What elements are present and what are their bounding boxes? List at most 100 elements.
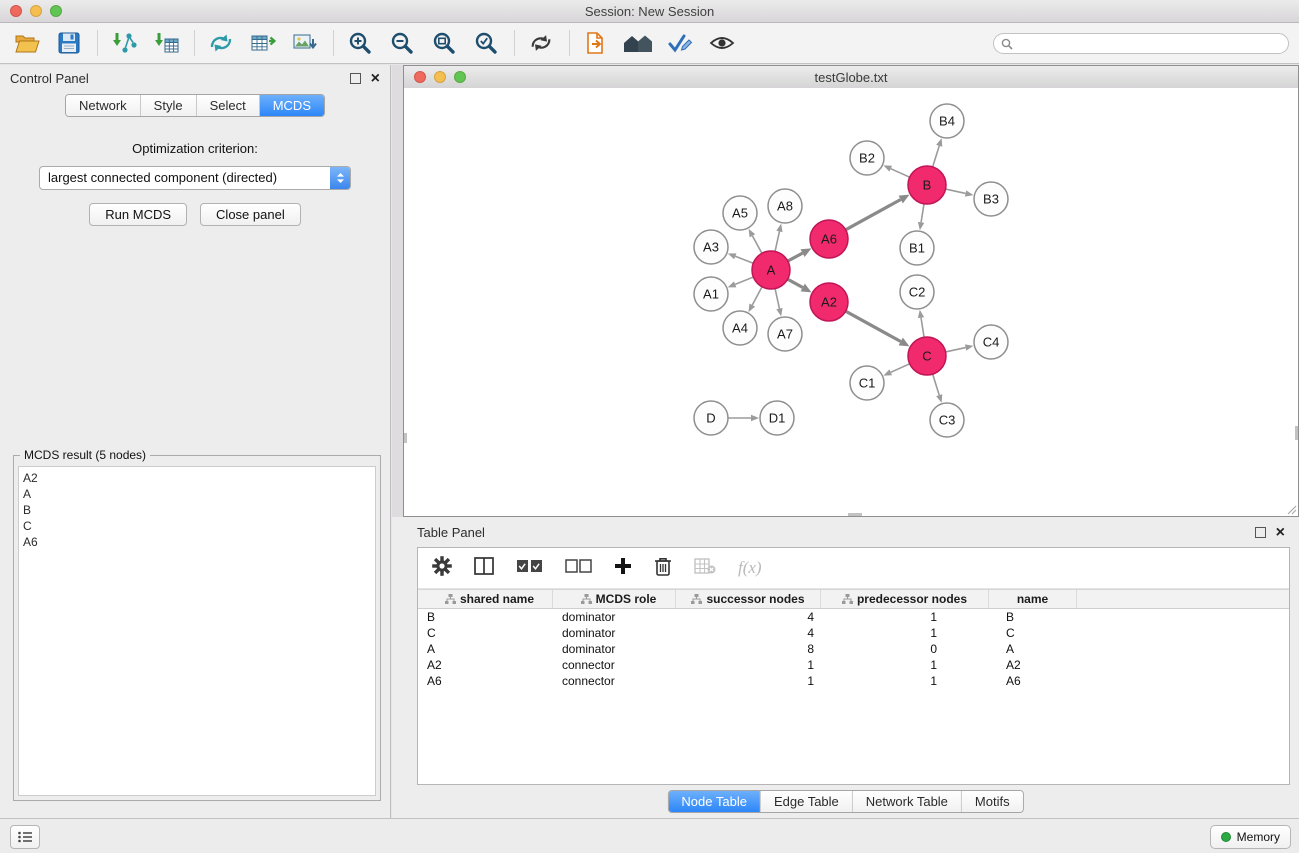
table-row[interactable]: A2 connector 1 1 A2	[418, 657, 1289, 673]
column-header-label: shared name	[460, 592, 534, 606]
close-window-button[interactable]	[10, 5, 22, 17]
graph-edge-B-B1[interactable]	[921, 204, 924, 223]
export-table-button[interactable]	[246, 27, 280, 59]
graph-edge-A-A6[interactable]	[788, 253, 803, 261]
graph-edge-B-B4[interactable]	[933, 146, 940, 167]
list-item[interactable]: C	[23, 518, 375, 534]
list-item[interactable]: A6	[23, 534, 375, 550]
tab-mcds[interactable]: MCDS	[259, 95, 324, 116]
list-item[interactable]: A	[23, 486, 375, 502]
graph-edge-arrow-icon	[748, 304, 755, 313]
search-input[interactable]	[1017, 34, 1288, 53]
import-network-button[interactable]	[107, 27, 141, 59]
tab-style[interactable]: Style	[140, 95, 196, 116]
float-panel-icon[interactable]	[1255, 527, 1266, 538]
show-hide-button[interactable]	[705, 27, 739, 59]
graph-edge-C-C4[interactable]	[946, 348, 966, 352]
close-network-button[interactable]	[414, 71, 426, 83]
home-button[interactable]	[621, 27, 655, 59]
table-settings-button[interactable]	[432, 556, 452, 581]
column-header-name[interactable]: name	[989, 590, 1077, 608]
graph-edge-B-B2[interactable]	[891, 169, 910, 178]
zoom-fit-button[interactable]	[427, 27, 461, 59]
save-session-button[interactable]	[52, 27, 86, 59]
export-image-button[interactable]	[288, 27, 322, 59]
network-window-titlebar[interactable]: testGlobe.txt	[404, 66, 1298, 89]
import-table-button[interactable]	[149, 27, 183, 59]
zoom-window-button[interactable]	[50, 5, 62, 17]
graph-edge-A2-C[interactable]	[846, 311, 901, 341]
column-header-label: MCDS role	[596, 592, 657, 606]
table-row[interactable]: A dominator 8 0 A	[418, 641, 1289, 657]
minimize-window-button[interactable]	[30, 5, 42, 17]
list-item[interactable]: A2	[23, 470, 375, 486]
select-all-button[interactable]	[516, 559, 543, 578]
open-session-button[interactable]	[10, 27, 44, 59]
table-cell: 1	[821, 610, 989, 624]
tab-node-table[interactable]: Node Table	[668, 791, 760, 812]
scrollbar-thumb[interactable]	[848, 513, 862, 516]
graph-edge-A-A8[interactable]	[775, 231, 779, 251]
task-history-button[interactable]	[10, 825, 40, 849]
tab-network[interactable]: Network	[66, 95, 140, 116]
network-canvas[interactable]: B4B2BB3A5A8A6B1A3AC2A1A2A4A7C4CC1C3DD1	[404, 88, 1298, 516]
resize-handle-icon[interactable]	[1287, 505, 1297, 515]
mcds-result-list[interactable]: A2 A B C A6	[18, 466, 376, 796]
graph-edge-A-A7[interactable]	[775, 289, 779, 309]
table-row[interactable]: B dominator 4 1 B	[418, 609, 1289, 625]
add-column-button[interactable]	[614, 557, 632, 580]
float-panel-icon[interactable]	[350, 73, 361, 84]
graph-edge-C-C1[interactable]	[891, 364, 910, 373]
minimize-network-button[interactable]	[434, 71, 446, 83]
zoom-in-button[interactable]	[343, 27, 377, 59]
graph-edge-A-A5[interactable]	[752, 236, 762, 253]
graph-edge-B-B3[interactable]	[946, 189, 966, 193]
scrollbar-thumb[interactable]	[1295, 426, 1298, 440]
show-columns-button[interactable]	[474, 557, 494, 580]
graph-edge-arrow-icon	[918, 310, 924, 318]
zoom-selected-button[interactable]	[469, 27, 503, 59]
export-document-button[interactable]	[579, 27, 613, 59]
graph-edge-A-A4[interactable]	[752, 287, 762, 305]
graph-edge-A-A2[interactable]	[788, 279, 803, 287]
zoom-out-button[interactable]	[385, 27, 419, 59]
column-header-mcds-role[interactable]: MCDS role	[553, 590, 676, 608]
delete-column-button[interactable]	[654, 556, 672, 581]
tab-motifs[interactable]: Motifs	[961, 791, 1023, 812]
deselect-all-button[interactable]	[565, 559, 592, 578]
search-icon	[1001, 38, 1013, 50]
delete-table-button[interactable]	[694, 558, 716, 579]
export-network-button[interactable]	[204, 27, 238, 59]
list-item[interactable]: B	[23, 502, 375, 518]
table-cell: connector	[553, 658, 676, 672]
column-header-successor-nodes[interactable]: successor nodes	[676, 590, 821, 608]
close-panel-button[interactable]: Close panel	[200, 203, 301, 226]
home-icon	[623, 32, 653, 54]
graph-edge-A-A3[interactable]	[735, 256, 753, 263]
table-row[interactable]: C dominator 4 1 C	[418, 625, 1289, 641]
tab-select[interactable]: Select	[196, 95, 259, 116]
combo-stepper-icon[interactable]	[330, 167, 350, 189]
scrollbar-thumb[interactable]	[404, 433, 407, 443]
graph-edge-A6-B[interactable]	[846, 199, 901, 229]
column-header-shared-name[interactable]: shared name	[418, 590, 553, 608]
graph-edge-C-C3[interactable]	[933, 374, 940, 395]
column-header-predecessor-nodes[interactable]: predecessor nodes	[821, 590, 989, 608]
close-panel-icon[interactable]: ×	[371, 74, 380, 84]
network-graph[interactable]: B4B2BB3A5A8A6B1A3AC2A1A2A4A7C4CC1C3DD1	[404, 88, 1298, 516]
tab-edge-table[interactable]: Edge Table	[760, 791, 852, 812]
refresh-button[interactable]	[524, 27, 558, 59]
function-builder-button[interactable]: f(x)	[738, 558, 762, 578]
close-panel-icon[interactable]: ×	[1276, 528, 1285, 538]
graph-edge-A-A1[interactable]	[735, 277, 753, 284]
window-titlebar[interactable]: Session: New Session	[0, 0, 1299, 23]
run-mcds-button[interactable]: Run MCDS	[89, 203, 187, 226]
zoom-network-button[interactable]	[454, 71, 466, 83]
graph-edge-C-C2[interactable]	[921, 318, 924, 338]
table-row[interactable]: A6 connector 1 1 A6	[418, 673, 1289, 689]
optimization-select[interactable]: largest connected component (directed)	[39, 166, 351, 190]
tab-network-table[interactable]: Network Table	[852, 791, 961, 812]
style-check-button[interactable]	[663, 27, 697, 59]
memory-button[interactable]: Memory	[1210, 825, 1291, 849]
table-cell: 4	[676, 626, 821, 640]
